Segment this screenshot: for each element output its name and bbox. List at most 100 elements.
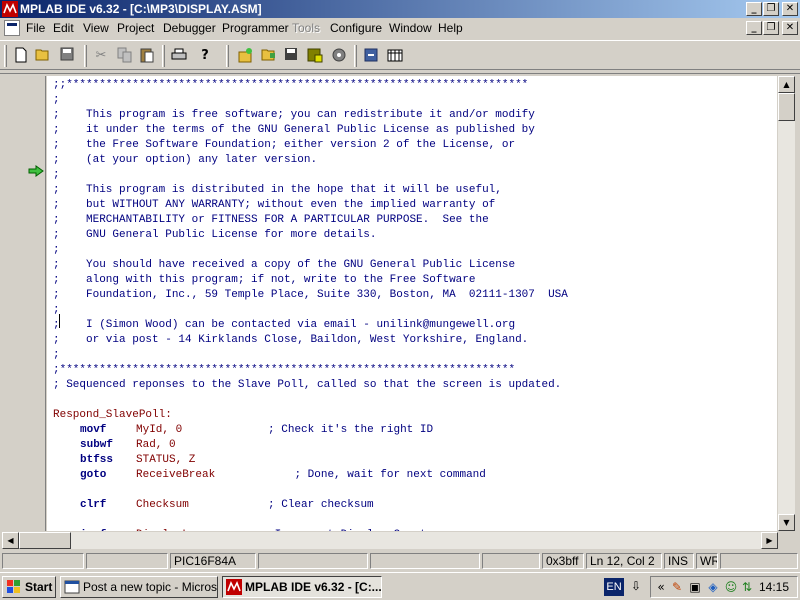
- new-file-icon[interactable]: [12, 47, 30, 65]
- tray-expand-icon[interactable]: «: [653, 579, 669, 595]
- menu-programmer[interactable]: Programmer: [222, 21, 289, 36]
- status-pane-pc: [258, 553, 368, 569]
- code-line[interactable]: clrf Checksum ; Clear checksum: [80, 498, 374, 513]
- doc-close-button[interactable]: ✕: [782, 21, 798, 35]
- code-line[interactable]: ;: [53, 348, 60, 363]
- editor-window: ;;**************************************…: [0, 73, 800, 550]
- copy-icon[interactable]: [116, 47, 134, 65]
- doc-restore-button[interactable]: ❐: [763, 21, 779, 35]
- tray-user-icon[interactable]: ☺: [723, 579, 739, 595]
- code-line[interactable]: ; it under the terms of the GNU General …: [53, 123, 535, 138]
- title-bar[interactable]: MPLAB IDE v6.32 - [C:\MP3\DISPLAY.ASM] _…: [0, 0, 800, 18]
- status-pane-extra: [720, 553, 798, 569]
- tray-sync-icon[interactable]: ⇅: [739, 579, 755, 595]
- browser-icon: [64, 580, 80, 594]
- code-line[interactable]: ; This program is free software; you can…: [53, 108, 535, 123]
- text-caret: [59, 314, 60, 328]
- vertical-scroll-thumb[interactable]: [778, 93, 795, 121]
- menu-project[interactable]: Project: [117, 21, 154, 36]
- horizontal-scrollbar[interactable]: ◀ ▶: [2, 532, 778, 549]
- horizontal-scroll-thumb[interactable]: [19, 532, 71, 549]
- language-indicator[interactable]: EN: [604, 578, 624, 596]
- save-project-icon[interactable]: [282, 47, 300, 65]
- toolbar-grip[interactable]: [226, 45, 229, 67]
- build-icon[interactable]: [306, 47, 324, 65]
- scroll-up-button[interactable]: ▲: [778, 76, 795, 93]
- instruction-operands: ReceiveBreak: [136, 469, 216, 481]
- editor-gutter[interactable]: [2, 76, 46, 531]
- code-line[interactable]: ;: [53, 93, 60, 108]
- toolbar-separator: [84, 45, 87, 67]
- open-file-icon[interactable]: [34, 47, 52, 65]
- scroll-right-button[interactable]: ▶: [761, 532, 778, 549]
- print-icon[interactable]: [170, 47, 188, 65]
- toolbar-grip[interactable]: [4, 45, 7, 67]
- instruction-mnemonic: incf: [80, 528, 136, 531]
- code-line[interactable]: ;***************************************…: [53, 363, 515, 378]
- code-line[interactable]: ; along with this program; if not, write…: [53, 273, 475, 288]
- code-line[interactable]: movf MyId, 0 ; Check it's the right ID: [80, 423, 433, 438]
- menu-configure[interactable]: Configure: [330, 21, 382, 36]
- toolbar-grip[interactable]: [354, 45, 357, 67]
- menu-debugger[interactable]: Debugger: [163, 21, 216, 36]
- code-line[interactable]: ; You should have received a copy of the…: [53, 258, 515, 273]
- code-line[interactable]: incfDisplayLoop ; Increment Display Coun…: [80, 528, 426, 531]
- code-line[interactable]: Respond_SlavePoll:: [53, 408, 172, 423]
- scroll-down-button[interactable]: ▼: [778, 514, 795, 531]
- cut-icon[interactable]: ✂: [92, 47, 110, 65]
- status-bar: PIC16F84A 0x3bff Ln 12, Col 2 INS WR: [0, 552, 800, 570]
- code-line[interactable]: ;: [53, 168, 60, 183]
- restore-button[interactable]: ❐: [763, 2, 779, 16]
- menu-file[interactable]: File: [26, 21, 45, 36]
- menu-window[interactable]: Window: [389, 21, 432, 36]
- vertical-scrollbar[interactable]: ▲ ▼: [778, 76, 795, 531]
- code-line[interactable]: ; This program is distributed in the hop…: [53, 183, 502, 198]
- status-pane-cursor-position: Ln 12, Col 2: [586, 553, 662, 569]
- system-tray: « ✎ ▣ ◈ ☺ ⇅ 14:15: [650, 576, 798, 598]
- menu-edit[interactable]: Edit: [53, 21, 74, 36]
- help-icon[interactable]: ?: [196, 47, 214, 65]
- make-icon[interactable]: [330, 47, 348, 65]
- code-line[interactable]: ;: [53, 243, 60, 258]
- instruction-operands: STATUS, Z: [136, 454, 196, 466]
- code-line[interactable]: ; GNU General Public License for more de…: [53, 228, 376, 243]
- save-file-icon[interactable]: [58, 47, 76, 65]
- open-project-icon[interactable]: [260, 47, 278, 65]
- taskbar-item-browser[interactable]: Post a new topic - Micros...: [60, 576, 218, 598]
- operand-padding: [215, 469, 294, 481]
- tray-network-icon[interactable]: ▣: [687, 579, 703, 595]
- taskbar-item-mplab[interactable]: MPLAB IDE v6.32 - [C:...: [222, 576, 382, 598]
- code-line[interactable]: ; MERCHANTABILITY or FITNESS FOR A PARTI…: [53, 213, 489, 228]
- tray-app-icon[interactable]: ✎: [669, 579, 685, 595]
- code-editor[interactable]: ;;**************************************…: [47, 76, 777, 531]
- code-line[interactable]: ; Sequenced reponses to the Slave Poll, …: [53, 378, 561, 393]
- new-project-icon[interactable]: [236, 47, 254, 65]
- minimize-button[interactable]: _: [746, 2, 762, 16]
- code-line[interactable]: ; but WITHOUT ANY WARRANTY; without even…: [53, 198, 495, 213]
- input-method-icon[interactable]: ⇩: [628, 578, 644, 594]
- code-line[interactable]: ; Foundation, Inc., 59 Temple Place, Sui…: [53, 288, 568, 303]
- workspace-icon[interactable]: [386, 47, 404, 65]
- status-pane-insert-mode: INS: [664, 553, 694, 569]
- code-line[interactable]: goto ReceiveBreak ; Done, wait for next c…: [80, 468, 486, 483]
- code-line[interactable]: ; I (Simon Wood) can be contacted via em…: [53, 318, 515, 333]
- scroll-left-button[interactable]: ◀: [2, 532, 19, 549]
- code-line[interactable]: ; (at your option) any later version.: [53, 153, 317, 168]
- import-icon[interactable]: [362, 47, 380, 65]
- menu-tools[interactable]: Tools: [292, 21, 320, 36]
- start-button[interactable]: Start: [2, 576, 56, 598]
- code-line[interactable]: ;;**************************************…: [53, 78, 528, 93]
- code-line[interactable]: btfss STATUS, Z: [80, 453, 195, 468]
- tray-device-icon[interactable]: ◈: [705, 579, 721, 595]
- status-pane-write-mode: WR: [696, 553, 718, 569]
- code-line[interactable]: ; the Free Software Foundation; either v…: [53, 138, 515, 153]
- menu-view[interactable]: View: [83, 21, 109, 36]
- status-pane-w: [370, 553, 480, 569]
- menu-help[interactable]: Help: [438, 21, 463, 36]
- document-icon[interactable]: [4, 20, 20, 36]
- doc-minimize-button[interactable]: _: [746, 21, 762, 35]
- code-line[interactable]: subwf Rad, 0: [80, 438, 176, 453]
- paste-icon[interactable]: [138, 47, 156, 65]
- close-button[interactable]: ✕: [782, 2, 798, 16]
- code-line[interactable]: ; or via post - 14 Kirklands Close, Bail…: [53, 333, 528, 348]
